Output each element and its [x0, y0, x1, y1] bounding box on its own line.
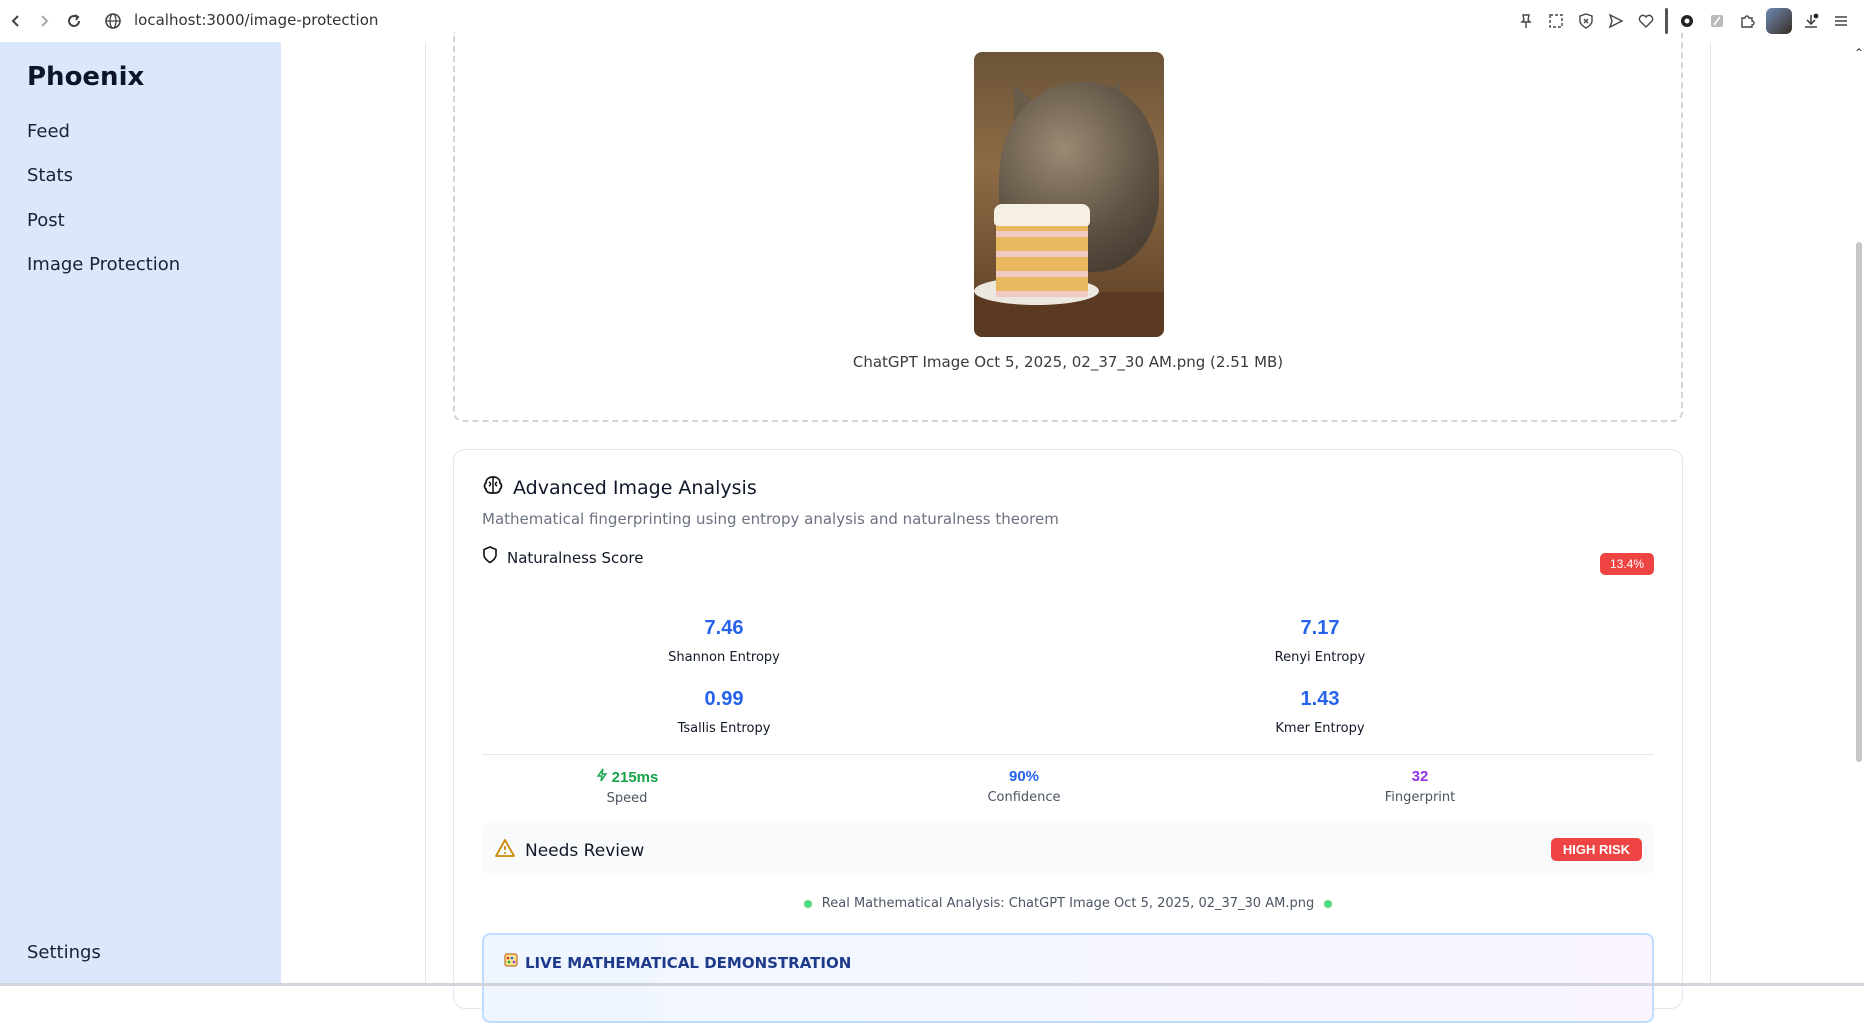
bug-icon[interactable]: [1676, 10, 1698, 32]
sidebar-item-feed[interactable]: Feed: [27, 121, 70, 142]
analysis-title: Advanced Image Analysis: [513, 476, 757, 499]
sidebar-item-post[interactable]: Post: [27, 210, 65, 231]
file-name-caption: ChatGPT Image Oct 5, 2025, 02_37_30 AM.p…: [852, 353, 1284, 371]
stat-label: Fingerprint: [1384, 790, 1456, 805]
scrollbar-thumb[interactable]: [1856, 242, 1862, 762]
forward-icon[interactable]: [34, 11, 54, 31]
abacus-icon: [504, 953, 518, 972]
metric-value: 1.43: [1300, 688, 1340, 710]
live-demo-panel: LIVE MATHEMATICAL DEMONSTRATION: [482, 933, 1654, 1023]
sidebar-item-image-protection[interactable]: Image Protection: [27, 254, 180, 275]
note-icon[interactable]: [1706, 10, 1728, 32]
lightning-icon: [596, 768, 608, 786]
stat-speed: 215ms Speed: [527, 768, 727, 806]
shield-x-icon[interactable]: [1575, 10, 1597, 32]
analysis-subtitle: Mathematical fingerprinting using entrop…: [482, 510, 1059, 528]
demo-title: LIVE MATHEMATICAL DEMONSTRATION: [525, 953, 852, 972]
sidebar-item-settings[interactable]: Settings: [27, 942, 101, 963]
real-analysis-status: Real Mathematical Analysis: ChatGPT Imag…: [454, 896, 1682, 911]
demo-header: LIVE MATHEMATICAL DEMONSTRATION: [504, 953, 851, 972]
status-dot-icon: [803, 899, 812, 908]
metric-value: 7.46: [704, 617, 744, 639]
metric-label: Kmer Entropy: [1275, 721, 1365, 736]
warning-icon: [494, 838, 516, 863]
reload-icon[interactable]: [64, 11, 84, 31]
confidence-value: 90%: [1008, 768, 1040, 785]
sidebar-item-stats[interactable]: Stats: [27, 165, 73, 186]
sidebar: Phoenix Feed Stats Post Image Protection…: [0, 42, 281, 986]
status-dot-icon: [1324, 899, 1333, 908]
cake-slice: [996, 217, 1088, 297]
extensions-tray: [1515, 8, 1852, 34]
naturalness-label: Naturalness Score: [507, 548, 644, 567]
speed-value: 215ms: [611, 768, 659, 786]
address-bar[interactable]: localhost:3000/image-protection: [134, 11, 378, 29]
brand-title[interactable]: Phoenix: [27, 62, 144, 92]
analysis-header: Advanced Image Analysis: [482, 474, 757, 501]
metric-value: 7.17: [1300, 617, 1340, 639]
real-analysis-text: Real Mathematical Analysis: ChatGPT Imag…: [821, 896, 1315, 911]
metric-label: Shannon Entropy: [668, 650, 780, 665]
menu-icon[interactable]: [1830, 10, 1852, 32]
metric-label: Tsallis Entropy: [677, 721, 771, 736]
send-icon[interactable]: [1605, 10, 1627, 32]
analysis-card: Advanced Image Analysis Mathematical fin…: [453, 449, 1683, 1023]
scrollbar[interactable]: ⌃: [1854, 42, 1864, 986]
naturalness-score-badge: 13.4%: [1599, 553, 1654, 575]
review-header: Needs Review: [494, 838, 644, 863]
cake-frosting: [994, 204, 1090, 226]
fingerprint-value: 32: [1411, 768, 1429, 785]
puzzle-icon[interactable]: [1736, 10, 1758, 32]
main-content: ChatGPT Image Oct 5, 2025, 02_37_30 AM.p…: [281, 32, 1864, 1023]
back-icon[interactable]: [6, 11, 26, 31]
stat-label: Confidence: [987, 790, 1061, 805]
uploaded-image-preview: [974, 52, 1164, 337]
stat-label: Speed: [606, 791, 648, 806]
pin-icon[interactable]: [1515, 10, 1537, 32]
metric-renyi-entropy: 7.17 Renyi Entropy: [1220, 617, 1420, 665]
screenshot-icon[interactable]: [1545, 10, 1567, 32]
content-column: ChatGPT Image Oct 5, 2025, 02_37_30 AM.p…: [425, 32, 1711, 1023]
metric-label: Renyi Entropy: [1274, 650, 1366, 665]
heart-icon[interactable]: [1635, 10, 1657, 32]
stat-value: 215ms: [527, 768, 727, 786]
download-icon[interactable]: [1800, 10, 1822, 32]
scroll-up-icon[interactable]: ⌃: [1854, 46, 1864, 60]
upload-dropzone[interactable]: ChatGPT Image Oct 5, 2025, 02_37_30 AM.p…: [453, 32, 1683, 422]
metric-shannon-entropy: 7.46 Shannon Entropy: [624, 617, 824, 665]
metric-kmer-entropy: 1.43 Kmer Entropy: [1220, 688, 1420, 736]
profile-avatar[interactable]: [1766, 8, 1792, 34]
review-title: Needs Review: [525, 840, 645, 861]
stat-confidence: 90% Confidence: [924, 768, 1124, 805]
globe-icon[interactable]: [103, 11, 123, 31]
metric-tsallis-entropy: 0.99 Tsallis Entropy: [624, 688, 824, 736]
naturalness-row: Naturalness Score: [482, 546, 643, 569]
risk-badge: HIGH RISK: [1550, 838, 1642, 861]
metric-value: 0.99: [704, 688, 744, 710]
brain-icon: [482, 474, 504, 501]
shield-icon: [482, 546, 498, 569]
stat-fingerprint: 32 Fingerprint: [1320, 768, 1520, 805]
review-panel: Needs Review HIGH RISK: [482, 823, 1654, 875]
section-divider: [482, 754, 1654, 755]
toolbar-divider: [1665, 8, 1668, 34]
